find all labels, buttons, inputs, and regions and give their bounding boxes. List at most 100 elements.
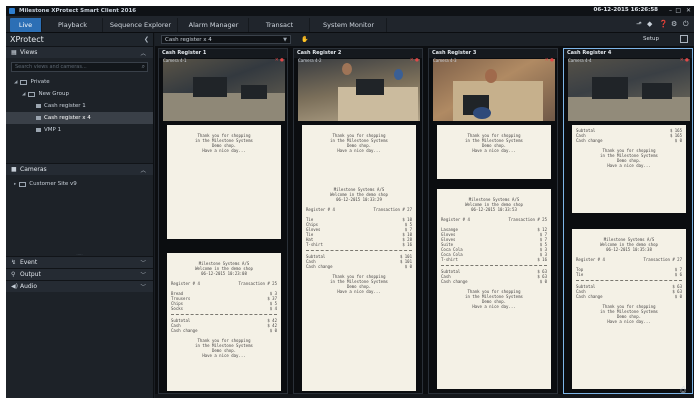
tree-label: VMP 1	[44, 127, 62, 133]
receipt-divider	[441, 265, 547, 266]
tab-alarm-manager[interactable]: Alarm Manager	[179, 18, 249, 32]
tab-live[interactable]: Live	[10, 18, 42, 32]
output-section-header[interactable]: ⚲ Output ﹀	[6, 268, 153, 280]
register-shape	[592, 77, 628, 99]
receipt-item-label: T-shirt	[306, 242, 323, 247]
server-icon	[19, 181, 27, 187]
audio-section-header[interactable]: ◀) Audio ﹀	[6, 280, 153, 292]
receipt-item-label: Cash change	[576, 138, 603, 143]
person-shape	[485, 69, 497, 83]
clock: 06-12-2015 16:26:58	[593, 7, 658, 13]
search-input[interactable]: Search views and cameras... ⌕	[11, 62, 148, 72]
settings-gear-icon[interactable]: ⚙	[671, 20, 677, 28]
receipt-top: Thank you for shopping in the Milestone S…	[302, 125, 416, 181]
receipt-footer-line: Have a nice day...	[202, 353, 246, 358]
collapse-icon[interactable]: ◆	[647, 20, 652, 28]
video-feed[interactable]	[163, 59, 285, 121]
camera-tile[interactable]: Cash Register 2 Camera 4-2 ✕ ● Thank you fo…	[293, 48, 423, 394]
audio-icon: ◀)	[11, 283, 18, 290]
tab-sequence-explorer[interactable]: Sequence Explorer	[104, 18, 178, 32]
receipt-full: Milestone Systems A/S Welcome in the demo…	[302, 179, 416, 391]
tree-item-vmp1[interactable]: VMP 1	[6, 124, 153, 136]
section-label: Output	[20, 271, 41, 278]
chevron-down-icon: ﹀	[140, 272, 146, 279]
logout-icon[interactable]: ⏻	[683, 20, 689, 29]
camera-close-icon[interactable]: ✕ ●	[410, 58, 419, 63]
register-label: Register # 4	[306, 207, 335, 212]
receipt-item-label: Tie	[576, 272, 584, 277]
receipt-total-value: $ 0	[404, 264, 412, 269]
cameras-section-header[interactable]: ■ Cameras ︿	[6, 163, 153, 175]
camera-close-icon[interactable]: ✕ ●	[275, 58, 284, 63]
camera-subtitle: Camera 4-3	[433, 58, 457, 63]
cameras-label: Cameras	[20, 166, 47, 173]
tab-playback[interactable]: Playback	[43, 18, 103, 32]
chevron-down-icon: ﹀	[140, 260, 146, 267]
maximize-icon[interactable]: □	[675, 7, 681, 14]
receipt-footer-line: Have a nice day...	[337, 148, 381, 153]
receipt-divider	[576, 280, 682, 281]
receipt-item-value: $ 16	[402, 242, 412, 247]
receipt-footer-line: Have a nice day...	[472, 304, 516, 309]
receipt-top: Thank you for shopping in the Milestone S…	[167, 125, 281, 239]
camera-grid: Cash Register 1 Camera 4-1 ✕ ● Thank you fo…	[155, 46, 694, 398]
receipt-row: T-shirt $ 16	[306, 242, 412, 247]
receipt-row: Tie $ 6	[576, 272, 682, 277]
transaction-label: Transaction # 27	[373, 207, 412, 212]
tree-item-private[interactable]: ◢ Private	[6, 76, 153, 88]
app-window: Milestone XProtect Smart Client 2016 06-…	[6, 6, 694, 398]
video-feed[interactable]	[433, 59, 555, 121]
collapse-panel-icon[interactable]: ❮	[144, 36, 149, 43]
video-feed[interactable]	[298, 59, 420, 121]
view-layout-icon	[36, 128, 41, 132]
camera-close-icon[interactable]: ✕ ●	[680, 58, 689, 63]
register-label: Register # 4	[171, 281, 200, 286]
transaction-label: Transaction # 25	[238, 281, 277, 286]
back-arrow-icon[interactable]: ⬏	[636, 20, 642, 28]
minimize-icon[interactable]: –	[669, 7, 672, 14]
tree-label: Private	[30, 79, 50, 85]
full-screen-icon[interactable]	[680, 35, 688, 43]
tree-item-cash-register-x4[interactable]: Cash register x 4	[6, 112, 153, 124]
camera-tile[interactable]: Cash Register 4 Camera 4-4 ✕ ● Subtotal $ 16…	[563, 48, 693, 394]
register-shape	[356, 79, 384, 95]
camera-subtitle: Camera 4-4	[568, 58, 592, 63]
receipt-item-label: T-shirt	[441, 257, 458, 262]
tab-system-monitor[interactable]: System Monitor	[311, 18, 387, 32]
tree-item-customer-site[interactable]: ▸ Customer Site v9	[6, 178, 153, 190]
tab-transact[interactable]: Transact	[250, 18, 310, 32]
views-label: Views	[20, 49, 38, 56]
receipt-top: Thank you for shopping in the Milestone S…	[437, 125, 551, 179]
views-section-header[interactable]: ▦ Views ︿	[6, 46, 153, 58]
tree-label: New Group	[38, 91, 69, 97]
receipt-item-label: Socks	[171, 306, 184, 311]
receipt-full: Milestone Systems A/S Welcome in the demo…	[167, 253, 281, 391]
hand-tool-icon[interactable]: ✋	[301, 36, 308, 43]
help-icon[interactable]: ❓	[659, 20, 668, 28]
tree-item-cash-register-1[interactable]: Cash register 1	[6, 100, 153, 112]
section-label: Audio	[20, 283, 38, 290]
title-bar: Milestone XProtect Smart Client 2016 06-…	[6, 6, 694, 16]
receipt-total-value: $ 0	[269, 328, 277, 333]
person-shape	[473, 107, 491, 119]
view-selector-value: Cash register x 4	[165, 36, 212, 43]
close-icon[interactable]: ✕	[686, 7, 691, 14]
search-placeholder: Search views and cameras...	[15, 64, 87, 70]
counter-shape	[568, 97, 690, 121]
view-selector[interactable]: Cash register x 4 ▼	[161, 35, 291, 44]
camera-tile[interactable]: Cash Register 1 Camera 4-1 ✕ ● Thank you fo…	[158, 48, 288, 394]
tree-item-group[interactable]: ◢ New Group	[6, 88, 153, 100]
camera-tile[interactable]: Cash Register 3 Camera 4-3 ✕ ● Thank you fo…	[428, 48, 558, 394]
setup-button[interactable]: Setup	[643, 36, 659, 42]
camera-close-icon[interactable]: ✕ ●	[545, 58, 554, 63]
camera-title: Cash Register 3	[429, 49, 557, 58]
horizontal-scrollbar[interactable]	[155, 394, 694, 398]
expand-arrow-icon: ◢	[14, 79, 18, 85]
video-feed[interactable]	[568, 59, 690, 121]
camera-subtitle: Camera 4-1	[163, 58, 187, 63]
register-shape	[642, 83, 672, 99]
event-section-header[interactable]: ↯ Event ﹀	[6, 256, 153, 268]
receipt-row: T-shirt $ 16	[441, 257, 547, 262]
transaction-label: Transaction # 25	[508, 217, 547, 222]
receipt-item-value: $ 0	[674, 138, 682, 143]
